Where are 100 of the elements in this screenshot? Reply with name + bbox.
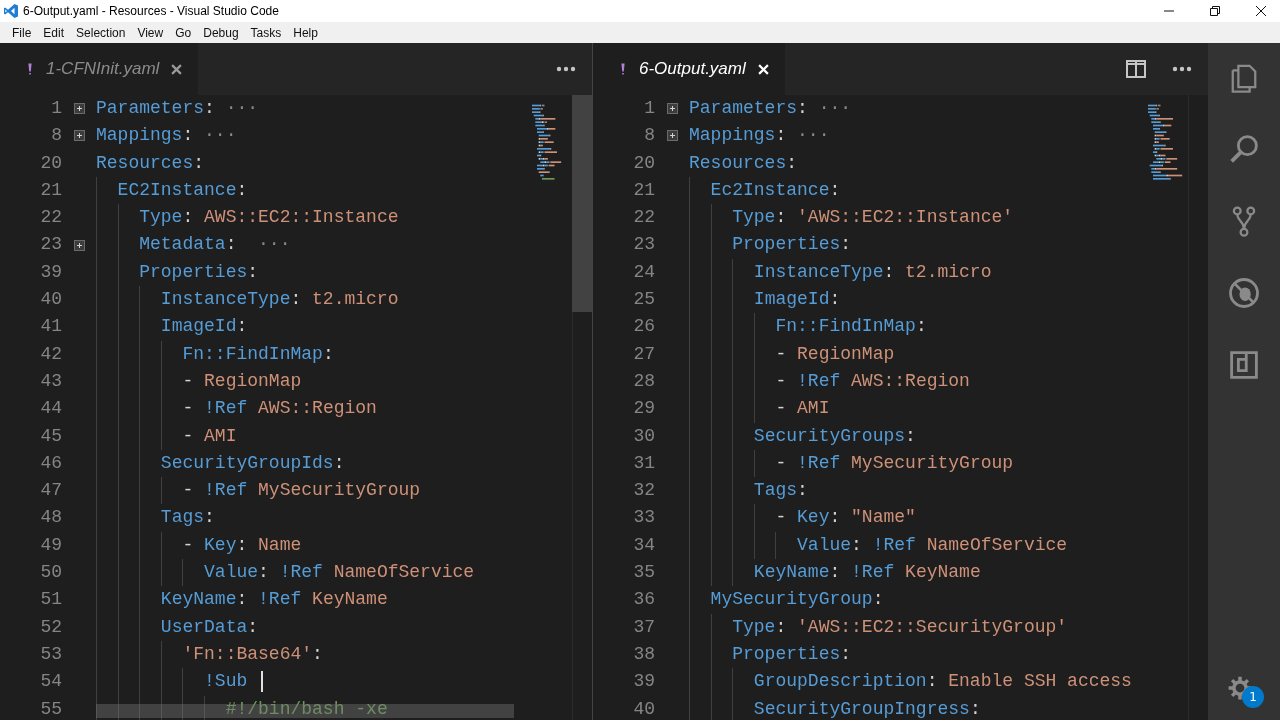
code-line: Type: 'AWS::EC2::SecurityGroup' xyxy=(689,613,1068,641)
line-number: 20 xyxy=(39,151,62,175)
code-line: Properties: xyxy=(689,640,852,669)
line-number: 8 xyxy=(643,124,655,148)
line-number: 38 xyxy=(632,642,655,666)
code-line: Tags: xyxy=(96,504,215,532)
scrollbar-thumb[interactable] xyxy=(572,95,592,312)
line-number: 50 xyxy=(39,561,62,585)
code-line: Mappings: ··· xyxy=(689,124,830,148)
code-line: InstanceType: t2.micro xyxy=(96,286,399,314)
line-number: 22 xyxy=(39,206,62,230)
editor-tab[interactable]: 1-CFNInit.yaml xyxy=(0,43,199,95)
code-line: #!/bin/bash -xe xyxy=(96,695,388,720)
code-line: Fn::FindInMap: xyxy=(689,313,927,341)
line-number: 52 xyxy=(39,615,62,639)
code-line: - Key: "Name" xyxy=(689,504,916,532)
line-number: 40 xyxy=(39,288,62,312)
line-number: 39 xyxy=(632,670,655,694)
line-number: 32 xyxy=(632,479,655,503)
close-icon[interactable] xyxy=(171,63,183,75)
code-line: - !Ref MySecurityGroup xyxy=(689,449,1014,478)
split-editor-icon[interactable] xyxy=(1126,60,1146,78)
code-line: Mappings: ··· xyxy=(96,124,237,148)
code-line: Parameters: ··· xyxy=(96,97,259,120)
code-line: Ec2Instance: xyxy=(689,176,841,205)
line-number: 46 xyxy=(39,451,62,475)
window-title: 6-Output.yaml - Resources - Visual Studio Code xyxy=(23,4,280,18)
line-number: 23 xyxy=(39,233,62,257)
code-line: - !Ref AWS::Region xyxy=(689,367,970,396)
code-line: - !Ref MySecurityGroup xyxy=(96,477,421,505)
exclamation-icon xyxy=(26,61,34,77)
code-line: GroupDescription: Enable SSH access xyxy=(689,668,1132,696)
notification-badge: 1 xyxy=(1242,686,1264,708)
code-line: Resources: xyxy=(96,151,205,175)
line-number: 37 xyxy=(632,615,655,639)
line-number: 40 xyxy=(632,697,655,720)
menu-item[interactable]: Debug xyxy=(197,25,245,40)
code-line: Value: !Ref NameOfService xyxy=(96,559,475,587)
code-line: 'Fn::Base64': xyxy=(96,640,323,669)
line-number: 25 xyxy=(632,288,655,312)
line-number: 54 xyxy=(39,670,62,694)
line-number: 36 xyxy=(632,588,655,612)
line-number: 48 xyxy=(39,506,62,530)
line-number: 33 xyxy=(632,506,655,530)
line-number: 23 xyxy=(632,233,655,257)
code-line: UserData: xyxy=(96,613,259,641)
line-number: 1 xyxy=(643,97,655,120)
code-line: - !Ref AWS::Region xyxy=(96,395,377,423)
line-number: 20 xyxy=(632,151,655,175)
code-line: Type: AWS::EC2::Instance xyxy=(96,204,399,232)
menu-item[interactable]: Selection xyxy=(70,25,132,40)
line-number: 1 xyxy=(50,97,62,120)
line-number: 22 xyxy=(632,206,655,230)
line-number: 29 xyxy=(632,397,655,421)
expand-icon[interactable] xyxy=(73,239,85,251)
editor-tab[interactable]: 6-Output.yaml xyxy=(593,43,785,95)
line-number: 44 xyxy=(39,397,62,421)
code-line: Properties: xyxy=(96,258,259,287)
code-line: Value: !Ref NameOfService xyxy=(689,531,1068,560)
expand-icon[interactable] xyxy=(666,130,678,142)
line-number: 21 xyxy=(39,178,62,202)
line-number: 41 xyxy=(39,315,62,339)
menu-item[interactable]: Tasks xyxy=(244,25,288,40)
code-line: - RegionMap xyxy=(96,367,302,396)
debug-icon[interactable] xyxy=(1226,275,1262,311)
line-number: 39 xyxy=(39,260,62,284)
code-line: Parameters: ··· xyxy=(689,97,852,120)
line-number: 8 xyxy=(50,124,62,148)
menu-item[interactable]: View xyxy=(131,25,170,40)
code-line: SecurityGroupIngress: xyxy=(689,695,981,720)
expand-icon[interactable] xyxy=(666,103,678,115)
line-number: 26 xyxy=(632,315,655,339)
code-line: SecurityGroups: xyxy=(689,422,916,450)
code-line: Resources: xyxy=(689,151,798,175)
code-line: Fn::FindInMap: xyxy=(96,340,334,368)
menu-item[interactable]: Help xyxy=(287,25,324,40)
code-line: Metadata: ··· xyxy=(96,231,291,259)
line-number: 53 xyxy=(39,642,62,666)
code-line: KeyName: !Ref KeyName xyxy=(689,559,981,587)
line-number: 34 xyxy=(632,533,655,557)
line-number: 21 xyxy=(632,178,655,202)
code-line: EC2Instance: xyxy=(96,176,248,205)
code-line: ImageId: xyxy=(689,286,841,314)
code-line: SecurityGroupIds: xyxy=(96,449,345,478)
exclamation-icon xyxy=(619,61,627,77)
menu-item[interactable]: File xyxy=(6,25,38,40)
code-line: ImageId: xyxy=(96,313,248,341)
close-icon[interactable] xyxy=(1256,6,1266,16)
code-line: KeyName: !Ref KeyName xyxy=(96,586,388,614)
menu-item[interactable]: Edit xyxy=(37,25,71,40)
menu-item[interactable]: Go xyxy=(169,25,198,40)
line-number: 55 xyxy=(39,697,62,720)
more-actions-icon[interactable] xyxy=(556,66,576,72)
line-number: 45 xyxy=(39,424,62,448)
restore-icon[interactable] xyxy=(1210,6,1220,16)
code-line: - Key: Name xyxy=(96,531,302,560)
line-number: 35 xyxy=(632,561,655,585)
expand-icon[interactable] xyxy=(73,103,85,115)
expand-icon[interactable] xyxy=(73,130,85,142)
more-actions-icon[interactable] xyxy=(1172,66,1192,72)
